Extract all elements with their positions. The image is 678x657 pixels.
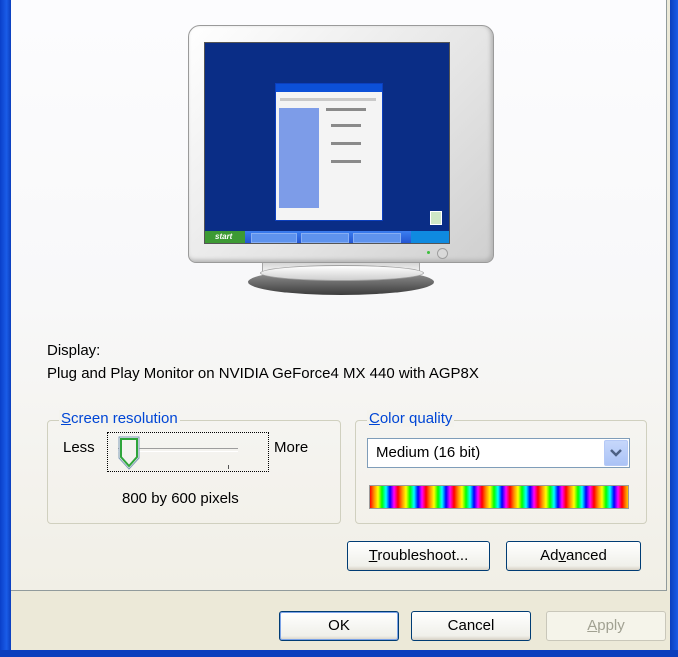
power-button-icon bbox=[437, 248, 448, 259]
ok-button[interactable]: OK bbox=[279, 611, 399, 641]
display-device-name: Plug and Play Monitor on NVIDIA GeForce4… bbox=[47, 365, 479, 382]
preview-system-tray bbox=[411, 231, 449, 243]
color-quality-selected: Medium (16 bit) bbox=[376, 444, 481, 461]
preview-window bbox=[275, 83, 383, 221]
color-quality-title: Color quality bbox=[367, 410, 455, 427]
apply-button[interactable]: Apply bbox=[546, 611, 666, 641]
color-spectrum-preview bbox=[369, 485, 629, 509]
monitor-bezel: start bbox=[188, 25, 494, 263]
chevron-down-icon bbox=[610, 449, 622, 457]
window-frame-bottom bbox=[0, 650, 678, 657]
window-frame-left bbox=[0, 0, 11, 657]
window-frame-right bbox=[670, 0, 678, 657]
desktop-preview-screen: start bbox=[204, 42, 450, 244]
resolution-slider-thumb[interactable] bbox=[118, 436, 140, 470]
advanced-button[interactable]: Advanced bbox=[506, 541, 641, 571]
color-quality-dropdown[interactable]: Medium (16 bit) bbox=[367, 438, 630, 468]
resolution-less-label: Less bbox=[63, 439, 95, 456]
monitor-preview: start bbox=[188, 25, 494, 295]
screen-resolution-title: Screen resolution bbox=[59, 410, 180, 427]
resolution-value: 800 by 600 pixels bbox=[122, 490, 239, 507]
preview-start-button: start bbox=[205, 231, 245, 243]
display-label: Display: bbox=[47, 342, 101, 359]
troubleshoot-button[interactable]: Troubleshoot... bbox=[347, 541, 490, 571]
slider-tick bbox=[228, 465, 229, 469]
resolution-more-label: More bbox=[274, 439, 309, 456]
recycle-bin-icon bbox=[430, 211, 442, 225]
dropdown-arrow-button[interactable] bbox=[604, 440, 628, 466]
cancel-button[interactable]: Cancel bbox=[411, 611, 531, 641]
monitor-stand-top bbox=[260, 265, 424, 281]
power-led-icon bbox=[427, 251, 430, 254]
